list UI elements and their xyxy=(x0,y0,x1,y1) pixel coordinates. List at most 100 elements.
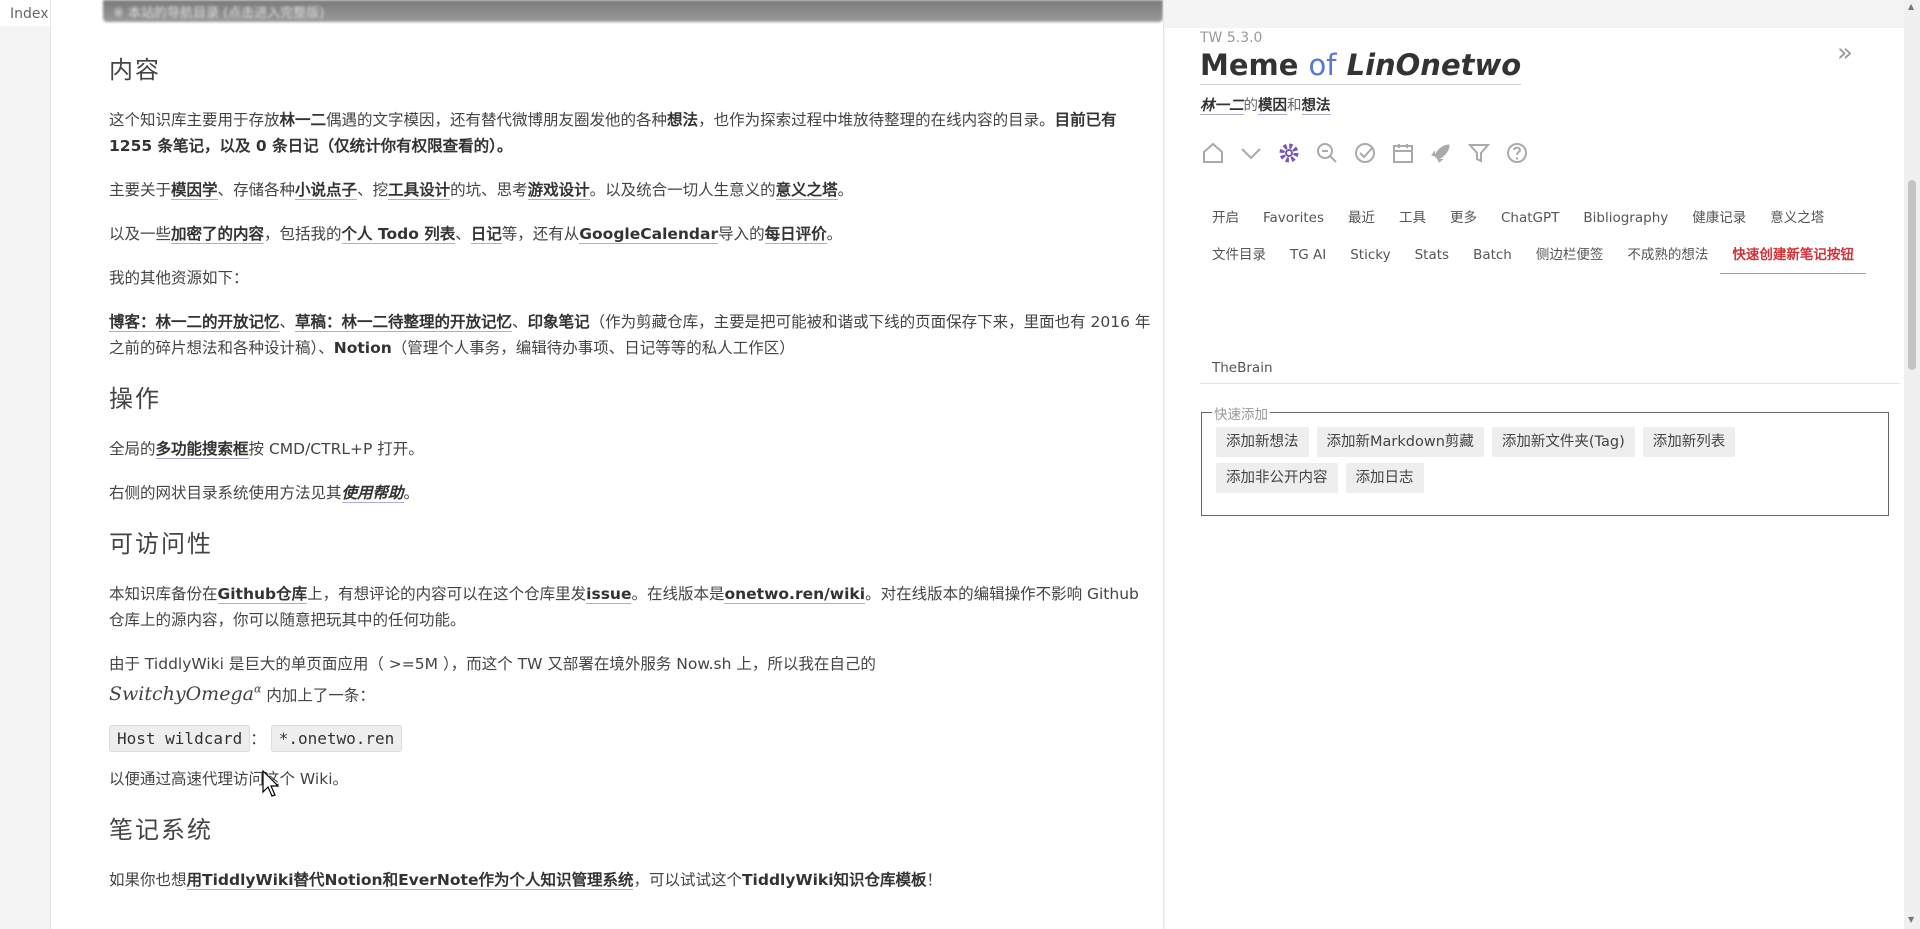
link-memes[interactable]: 模因 xyxy=(1258,98,1287,115)
switchyomega-math: SwitchyOmegaα xyxy=(109,683,261,705)
gear-icon[interactable] xyxy=(1274,138,1304,168)
bold-ideas: 想法 xyxy=(667,111,699,129)
add-folder-tag-button[interactable]: 添加新文件夹(Tag) xyxy=(1491,427,1635,457)
calendar-icon[interactable] xyxy=(1388,138,1418,168)
text: 。 xyxy=(826,225,843,243)
check-circle-icon[interactable] xyxy=(1350,138,1380,168)
tab-batch[interactable]: Batch xyxy=(1461,237,1524,274)
paragraph-content-5: 博客：林一二的开放记忆、草稿：林一二待整理的开放记忆、印象笔记（作为剪藏仓库，主… xyxy=(109,309,1159,361)
link-daily-review[interactable]: 每日评价 xyxy=(764,225,827,244)
tab-tools[interactable]: 工具 xyxy=(1387,200,1438,237)
text: 这个知识库主要用于存放 xyxy=(109,111,280,129)
text: 上，有想评论的内容可以在这个仓库里发 xyxy=(307,585,587,603)
filter-icon[interactable] xyxy=(1464,138,1494,168)
title-name: LinOnetwo xyxy=(1346,48,1522,82)
link-tool-design[interactable]: 工具设计 xyxy=(388,181,451,200)
paragraph-content-2: 主要关于模因学、存储各种小说点子、挖工具设计的坑、思考游戏设计。以及统合一切人生… xyxy=(109,177,1159,203)
text: 。 xyxy=(403,484,420,502)
text: ： xyxy=(250,730,266,749)
tab-file-index[interactable]: 文件目录 xyxy=(1200,237,1278,274)
tab-tg-ai[interactable]: TG AI xyxy=(1278,237,1338,274)
text: 偶遇的文字模因，还有替代微博朋友圈发他的各种 xyxy=(326,111,668,129)
text: 、 xyxy=(455,225,471,243)
add-idea-button[interactable]: 添加新想法 xyxy=(1216,427,1309,457)
tab-chatgpt[interactable]: ChatGPT xyxy=(1489,200,1571,237)
text: （管理个人事务，编辑待办事项、日记等等的私人工作区） xyxy=(391,339,795,357)
tab-bibliography[interactable]: Bibliography xyxy=(1571,200,1680,237)
page-scrollbar[interactable]: ▲ ▼ xyxy=(1904,0,1920,929)
chevron-down-icon[interactable] xyxy=(1236,138,1266,168)
tab-thebrain[interactable]: TheBrain xyxy=(1212,360,1273,376)
scroll-down-arrow-icon[interactable]: ▼ xyxy=(1908,915,1914,924)
title-meme: Meme xyxy=(1200,48,1299,82)
blurred-tiddler-title[interactable]: ※ 本站的导航目录 (点击进入完整版) xyxy=(103,0,1163,22)
site-subtitle: 林一二的模因和想法 xyxy=(1200,94,1331,115)
tab-favorites[interactable]: Favorites xyxy=(1251,200,1336,237)
link-issue[interactable]: issue xyxy=(586,585,632,604)
link-ideas[interactable]: 想法 xyxy=(1301,98,1331,115)
text: 、 xyxy=(279,313,296,331)
tab-more[interactable]: 更多 xyxy=(1438,200,1489,237)
text: 。在线版本是 xyxy=(631,585,725,603)
link-novel-ideas[interactable]: 小说点子 xyxy=(295,181,358,200)
link-game-design[interactable]: 游戏设计 xyxy=(527,181,590,200)
link-author[interactable]: 林一二 xyxy=(1200,98,1244,115)
text: 的坑、思考 xyxy=(450,181,528,199)
tab-quick-create[interactable]: 快速创建新笔记按钮 xyxy=(1720,237,1866,274)
link-search-box[interactable]: 多功能搜索框 xyxy=(155,440,249,459)
add-private-button[interactable]: 添加非公开内容 xyxy=(1216,463,1338,493)
add-markdown-clip-button[interactable]: 添加新Markdown剪藏 xyxy=(1316,427,1484,457)
tab-sticky[interactable]: Sticky xyxy=(1338,237,1402,274)
link-memetics[interactable]: 模因学 xyxy=(171,181,218,200)
version-label: TW 5.3.0 xyxy=(1200,30,1263,46)
home-icon[interactable] xyxy=(1198,138,1228,168)
math-text: SwitchyOmega xyxy=(109,683,254,706)
paragraph-access-2: 由于 TiddlyWiki 是巨大的单页面应用（ >=5M ），而这个 TW 又… xyxy=(109,651,1159,708)
help-icon[interactable] xyxy=(1502,138,1532,168)
sidebar: TW 5.3.0 » Meme of LinOnetwo 林一二的模因和想法 开… xyxy=(1165,0,1905,929)
text: 右侧的网状目录系统使用方法见其 xyxy=(109,484,342,502)
scrollbar-thumb[interactable] xyxy=(1908,180,1916,370)
math-sup: α xyxy=(253,683,262,696)
text: 、 xyxy=(512,313,528,331)
tab-tower[interactable]: 意义之塔 xyxy=(1758,200,1836,237)
tab-sidebar-notes[interactable]: 侧边栏便签 xyxy=(1524,237,1616,274)
paragraph-content-1: 这个知识库主要用于存放林一二偶遇的文字模因，还有替代微博朋友圈发他的各种想法，也… xyxy=(109,107,1159,159)
rocket-icon[interactable] xyxy=(1426,138,1456,168)
zoom-out-icon[interactable] xyxy=(1312,138,1342,168)
text: 和 xyxy=(1287,98,1302,114)
collapse-sidebar-icon[interactable]: » xyxy=(1837,38,1853,68)
add-log-button[interactable]: 添加日志 xyxy=(1345,463,1424,493)
link-draft[interactable]: 草稿：林一二待整理的开放记忆 xyxy=(295,313,513,332)
tab-recent[interactable]: 最近 xyxy=(1336,200,1387,237)
text: ！ xyxy=(926,871,943,890)
scroll-up-arrow-icon[interactable]: ▲ xyxy=(1908,2,1914,11)
link-blog[interactable]: 博客：林一二的开放记忆 xyxy=(109,313,280,332)
sidebar-tabs: 开启 Favorites 最近 工具 更多 ChatGPT Bibliograp… xyxy=(1200,200,1900,274)
link-tower-of-meaning[interactable]: 意义之塔 xyxy=(775,181,838,200)
text: 由于 TiddlyWiki 是巨大的单页面应用（ >=5M ），而这个 TW 又… xyxy=(109,655,876,673)
tab-stats[interactable]: Stats xyxy=(1403,237,1461,274)
code-host-wildcard: Host wildcard xyxy=(109,725,251,753)
link-usage-help[interactable]: 使用帮助 xyxy=(341,484,404,503)
text: 、挖 xyxy=(357,181,389,199)
divider xyxy=(1200,383,1900,384)
quick-add-legend: 快速添加 xyxy=(1212,403,1270,423)
add-list-button[interactable]: 添加新列表 xyxy=(1642,427,1736,457)
text: 全局的 xyxy=(109,440,156,458)
link-encrypted[interactable]: 加密了的内容 xyxy=(171,225,265,244)
link-github-repo[interactable]: Github仓库 xyxy=(217,585,308,604)
link-diary[interactable]: 日记 xyxy=(470,225,502,244)
link-google-calendar[interactable]: GoogleCalendar xyxy=(579,225,719,244)
text: 内加上了一条： xyxy=(266,686,375,705)
tab-health[interactable]: 健康记录 xyxy=(1680,200,1758,237)
paragraph-access-code: Host wildcard： *.onetwo.ren xyxy=(109,725,1159,753)
link-online-version[interactable]: onetwo.ren/wiki xyxy=(724,585,866,604)
link-todo[interactable]: 个人 Todo 列表 xyxy=(341,225,456,244)
link-tiddlywiki-replace[interactable]: 用TiddlyWiki替代Notion和EverNote作为个人知识管理系统 xyxy=(186,871,634,891)
heading-operation: 操作 xyxy=(109,385,161,413)
tab-immature-ideas[interactable]: 不成熟的想法 xyxy=(1615,237,1720,274)
text: 导入的 xyxy=(718,225,765,243)
notion-label: Notion xyxy=(333,339,392,357)
tab-open[interactable]: 开启 xyxy=(1200,200,1251,237)
